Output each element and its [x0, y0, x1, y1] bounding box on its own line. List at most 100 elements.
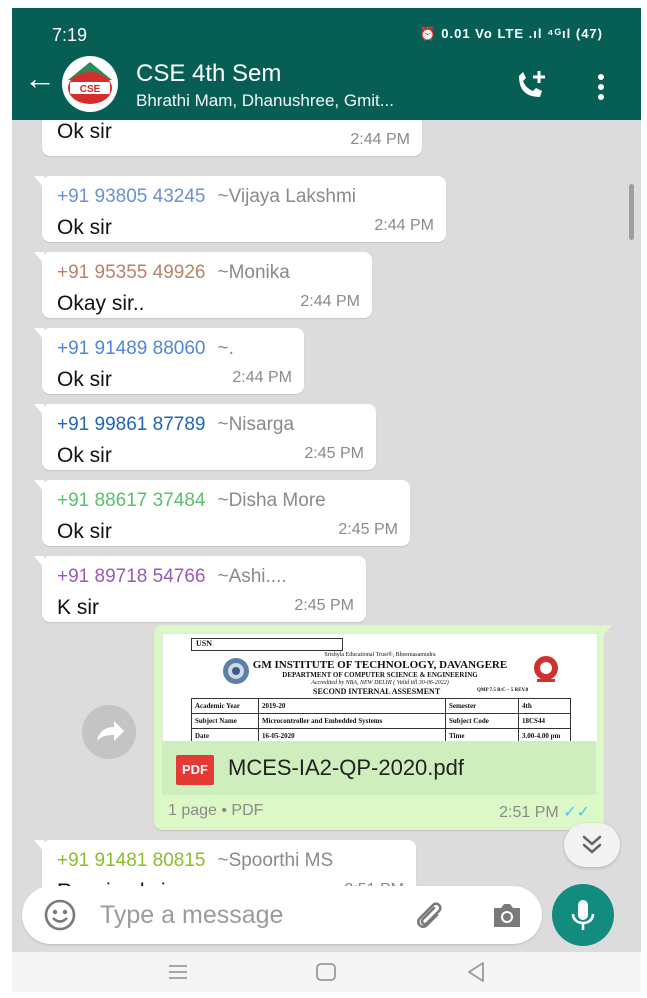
sender-alias: ~Vijaya Lakshmi — [217, 186, 356, 207]
sender-alias: ~Spoorthi MS — [217, 850, 334, 871]
message-time: 2:51 PM — [499, 804, 559, 821]
forward-button[interactable] — [82, 705, 136, 759]
recent-apps-icon[interactable] — [164, 958, 192, 986]
sender-phone: +91 91489 88060 — [57, 338, 206, 359]
table-cell: Academic Year — [191, 698, 259, 714]
message-text: K sir — [57, 596, 99, 619]
bubble-tail — [34, 840, 44, 852]
table-cell: Semester — [445, 698, 519, 714]
read-receipt-icon: ✓✓ — [563, 804, 590, 821]
bubble-tail — [34, 480, 44, 492]
usn-label: USN — [196, 639, 213, 648]
message-bubble[interactable]: +91 88617 37484 ~Disha More Ok sir 2:45 P… — [34, 480, 410, 546]
message-bubble[interactable]: +91 89718 54766 ~Ashi.... K sir 2:45 PM — [34, 556, 366, 622]
message-time: 2:44 PM — [350, 131, 410, 148]
message-text: Ok sir — [57, 216, 112, 239]
table-cell: 2019-20 — [258, 698, 446, 714]
exam-details-table: Academic Year 2019-20 Semester 4th Subje… — [191, 698, 571, 742]
app-screen: 7:19 ⏰ 0.01 Vo LTE .ıl ⁴ᴳıl (47) ← CSE C… — [12, 8, 641, 992]
document-file-name: MCES-IA2-QP-2020.pdf — [228, 755, 464, 780]
back-arrow-icon[interactable]: ← — [24, 62, 56, 94]
forward-icon — [97, 721, 124, 741]
chat-header: ← CSE CSE 4th Sem Bhrathi Mam, Dhanushre… — [12, 48, 641, 120]
message-time: 2:45 PM — [304, 445, 364, 462]
system-navigation-bar — [12, 952, 641, 992]
document-preview[interactable]: USN Srishyla Educational Trust®, Bheemas… — [162, 633, 598, 743]
table-row: Subject Name Microcontroller and Embedde… — [191, 713, 571, 729]
voice-message-button[interactable] — [552, 884, 614, 946]
table-cell: Subject Name — [191, 713, 259, 729]
camera-icon[interactable] — [490, 900, 524, 930]
message-bubble[interactable]: +91 95355 49926 ~Monika Okay sir.. 2:44 P… — [34, 252, 372, 318]
message-sender[interactable]: +91 95355 49926 ~Monika — [57, 262, 290, 284]
home-icon[interactable] — [312, 958, 340, 986]
message-sender[interactable]: +91 91489 88060 ~. — [57, 338, 234, 360]
document-message[interactable]: USN Srishyla Educational Trust®, Bheemas… — [154, 625, 612, 830]
preview-code: QMP 7.5 R/C – 5 REV.0 — [477, 688, 529, 693]
sender-alias: ~Monika — [217, 262, 290, 283]
message-composer — [22, 886, 542, 944]
message-sender[interactable]: +91 99861 87789 ~Nisarga — [57, 414, 294, 436]
message-time: 2:44 PM — [374, 217, 434, 234]
microphone-icon — [571, 900, 595, 930]
back-nav-icon[interactable] — [462, 958, 490, 986]
bubble-tail — [34, 556, 44, 568]
message-sender[interactable]: +91 88617 37484 ~Disha More — [57, 490, 326, 512]
status-indicators: ⏰ 0.01 Vo LTE .ıl ⁴ᴳıl (47) — [419, 26, 603, 41]
sender-alias: ~Nisarga — [217, 414, 295, 435]
sender-alias: ~Disha More — [217, 490, 326, 511]
message-input[interactable] — [98, 896, 392, 934]
attachment-icon[interactable] — [412, 898, 446, 932]
table-cell: Subject Code — [445, 713, 519, 729]
message-time: 2:44 PM — [232, 369, 292, 386]
status-bar: 7:19 ⏰ 0.01 Vo LTE .ıl ⁴ᴳıl (47) — [12, 8, 641, 48]
chat-scrollbar[interactable] — [629, 184, 634, 240]
usn-box: USN — [191, 638, 343, 651]
preview-exam: SECOND INTERNAL ASSESMENT — [313, 687, 441, 696]
table-row: Academic Year 2019-20 Semester 4th — [191, 698, 571, 714]
message-time: 2:44 PM — [300, 293, 360, 310]
pdf-icon: PDF — [176, 755, 214, 785]
message-bubble[interactable]: +91 91489 88060 ~. Ok sir 2:44 PM — [34, 328, 304, 394]
message-sender[interactable]: +91 93805 43245 ~Vijaya Lakshmi — [57, 186, 356, 208]
sender-phone: +91 99861 87789 — [57, 414, 206, 435]
sender-alias: ~Ashi.... — [217, 566, 287, 587]
bubble-tail — [34, 252, 44, 264]
document-file-bar[interactable]: PDF MCES-IA2-QP-2020.pdf — [162, 741, 596, 795]
bubble-tail — [34, 404, 44, 416]
double-chevron-down-icon — [582, 835, 602, 854]
message-bubble[interactable]: +91 93805 43245 ~Vijaya Lakshmi Ok sir 2:… — [34, 176, 446, 242]
message-list[interactable]: Ok sir 2:44 PM +91 93805 43245 ~Vijaya La… — [12, 120, 641, 890]
bubble-tail — [602, 625, 612, 637]
message-time: 2:45 PM — [294, 597, 354, 614]
message-bubble[interactable]: +91 91481 80815~Spoorthi MS Received sir… — [34, 840, 416, 890]
document-time: 2:51 PM ✓✓ — [499, 802, 590, 822]
table-cell: 18CS44 — [518, 713, 571, 729]
message-text: Okay sir.. — [57, 292, 145, 315]
sender-alias: ~. — [217, 338, 234, 359]
sender-phone: +91 95355 49926 — [57, 262, 206, 283]
document-meta: 1 page • PDF — [168, 802, 264, 819]
bubble-tail — [34, 328, 44, 340]
bubble-tail — [34, 176, 44, 188]
emoji-icon[interactable] — [44, 899, 76, 931]
group-members[interactable]: Bhrathi Mam, Dhanushree, Gmit... — [136, 91, 394, 111]
scroll-to-bottom-button[interactable] — [564, 823, 620, 867]
more-options-icon[interactable] — [597, 74, 605, 100]
group-avatar[interactable]: CSE — [62, 56, 118, 112]
table-cell: Microcontroller and Embedded Systems — [258, 713, 446, 729]
message-text: Ok sir — [57, 368, 112, 391]
message-bubble[interactable]: +91 99861 87789 ~Nisarga Ok sir 2:45 PM — [34, 404, 376, 470]
message-sender[interactable]: +91 91481 80815 ~Spoorthi MS — [57, 850, 333, 872]
group-title[interactable]: CSE 4th Sem — [136, 60, 281, 88]
status-time: 7:19 — [52, 25, 88, 45]
nba-logo-icon — [534, 656, 558, 682]
message-sender[interactable]: +91 89718 54766 ~Ashi.... — [57, 566, 287, 588]
sender-phone: +91 91481 80815 — [57, 850, 206, 871]
add-call-icon[interactable] — [512, 68, 548, 102]
message-time: 2:45 PM — [338, 521, 398, 538]
message-text: Ok sir — [57, 444, 112, 467]
message-bubble[interactable]: Ok sir 2:44 PM — [42, 120, 422, 156]
group-logo-icon: CSE — [63, 57, 117, 111]
sender-phone: +91 88617 37484 — [57, 490, 206, 511]
